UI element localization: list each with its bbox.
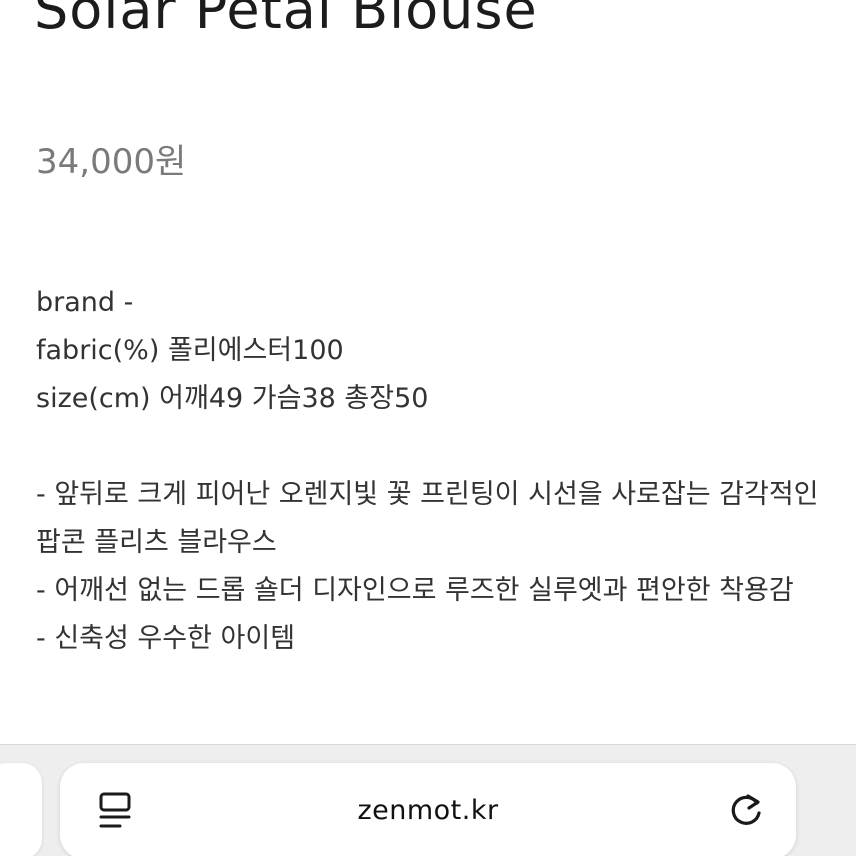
url-text[interactable]: zenmot.kr	[60, 791, 796, 831]
product-title: Solar Petal Blouse	[34, 0, 538, 41]
size-line: size(cm) 어깨49 가슴38 총장50	[36, 383, 429, 414]
fabric-line: fabric(%) 폴리에스터100	[36, 335, 344, 366]
brand-line: brand -	[36, 287, 134, 318]
page: Solar Petal Blouse 34,000원 brand - fabri…	[0, 0, 856, 856]
product-price: 34,000원	[36, 142, 187, 182]
description-item: - 앞뒤로 크게 피어난 오렌지빛 꽃 프린팅이 시선을 사로잡는 감각적인 팝…	[36, 479, 819, 558]
description-item: - 신축성 우수한 아이템	[36, 623, 296, 654]
product-details: brand - fabric(%) 폴리에스터100 size(cm) 어깨49…	[36, 279, 826, 663]
description-item: - 어깨선 없는 드롭 숄더 디자인으로 루즈한 실루엣과 편안한 착용감	[36, 575, 794, 606]
reload-icon[interactable]	[726, 791, 766, 831]
address-bar[interactable]: zenmot.kr	[60, 763, 796, 856]
previous-tab-peek[interactable]	[0, 763, 42, 856]
